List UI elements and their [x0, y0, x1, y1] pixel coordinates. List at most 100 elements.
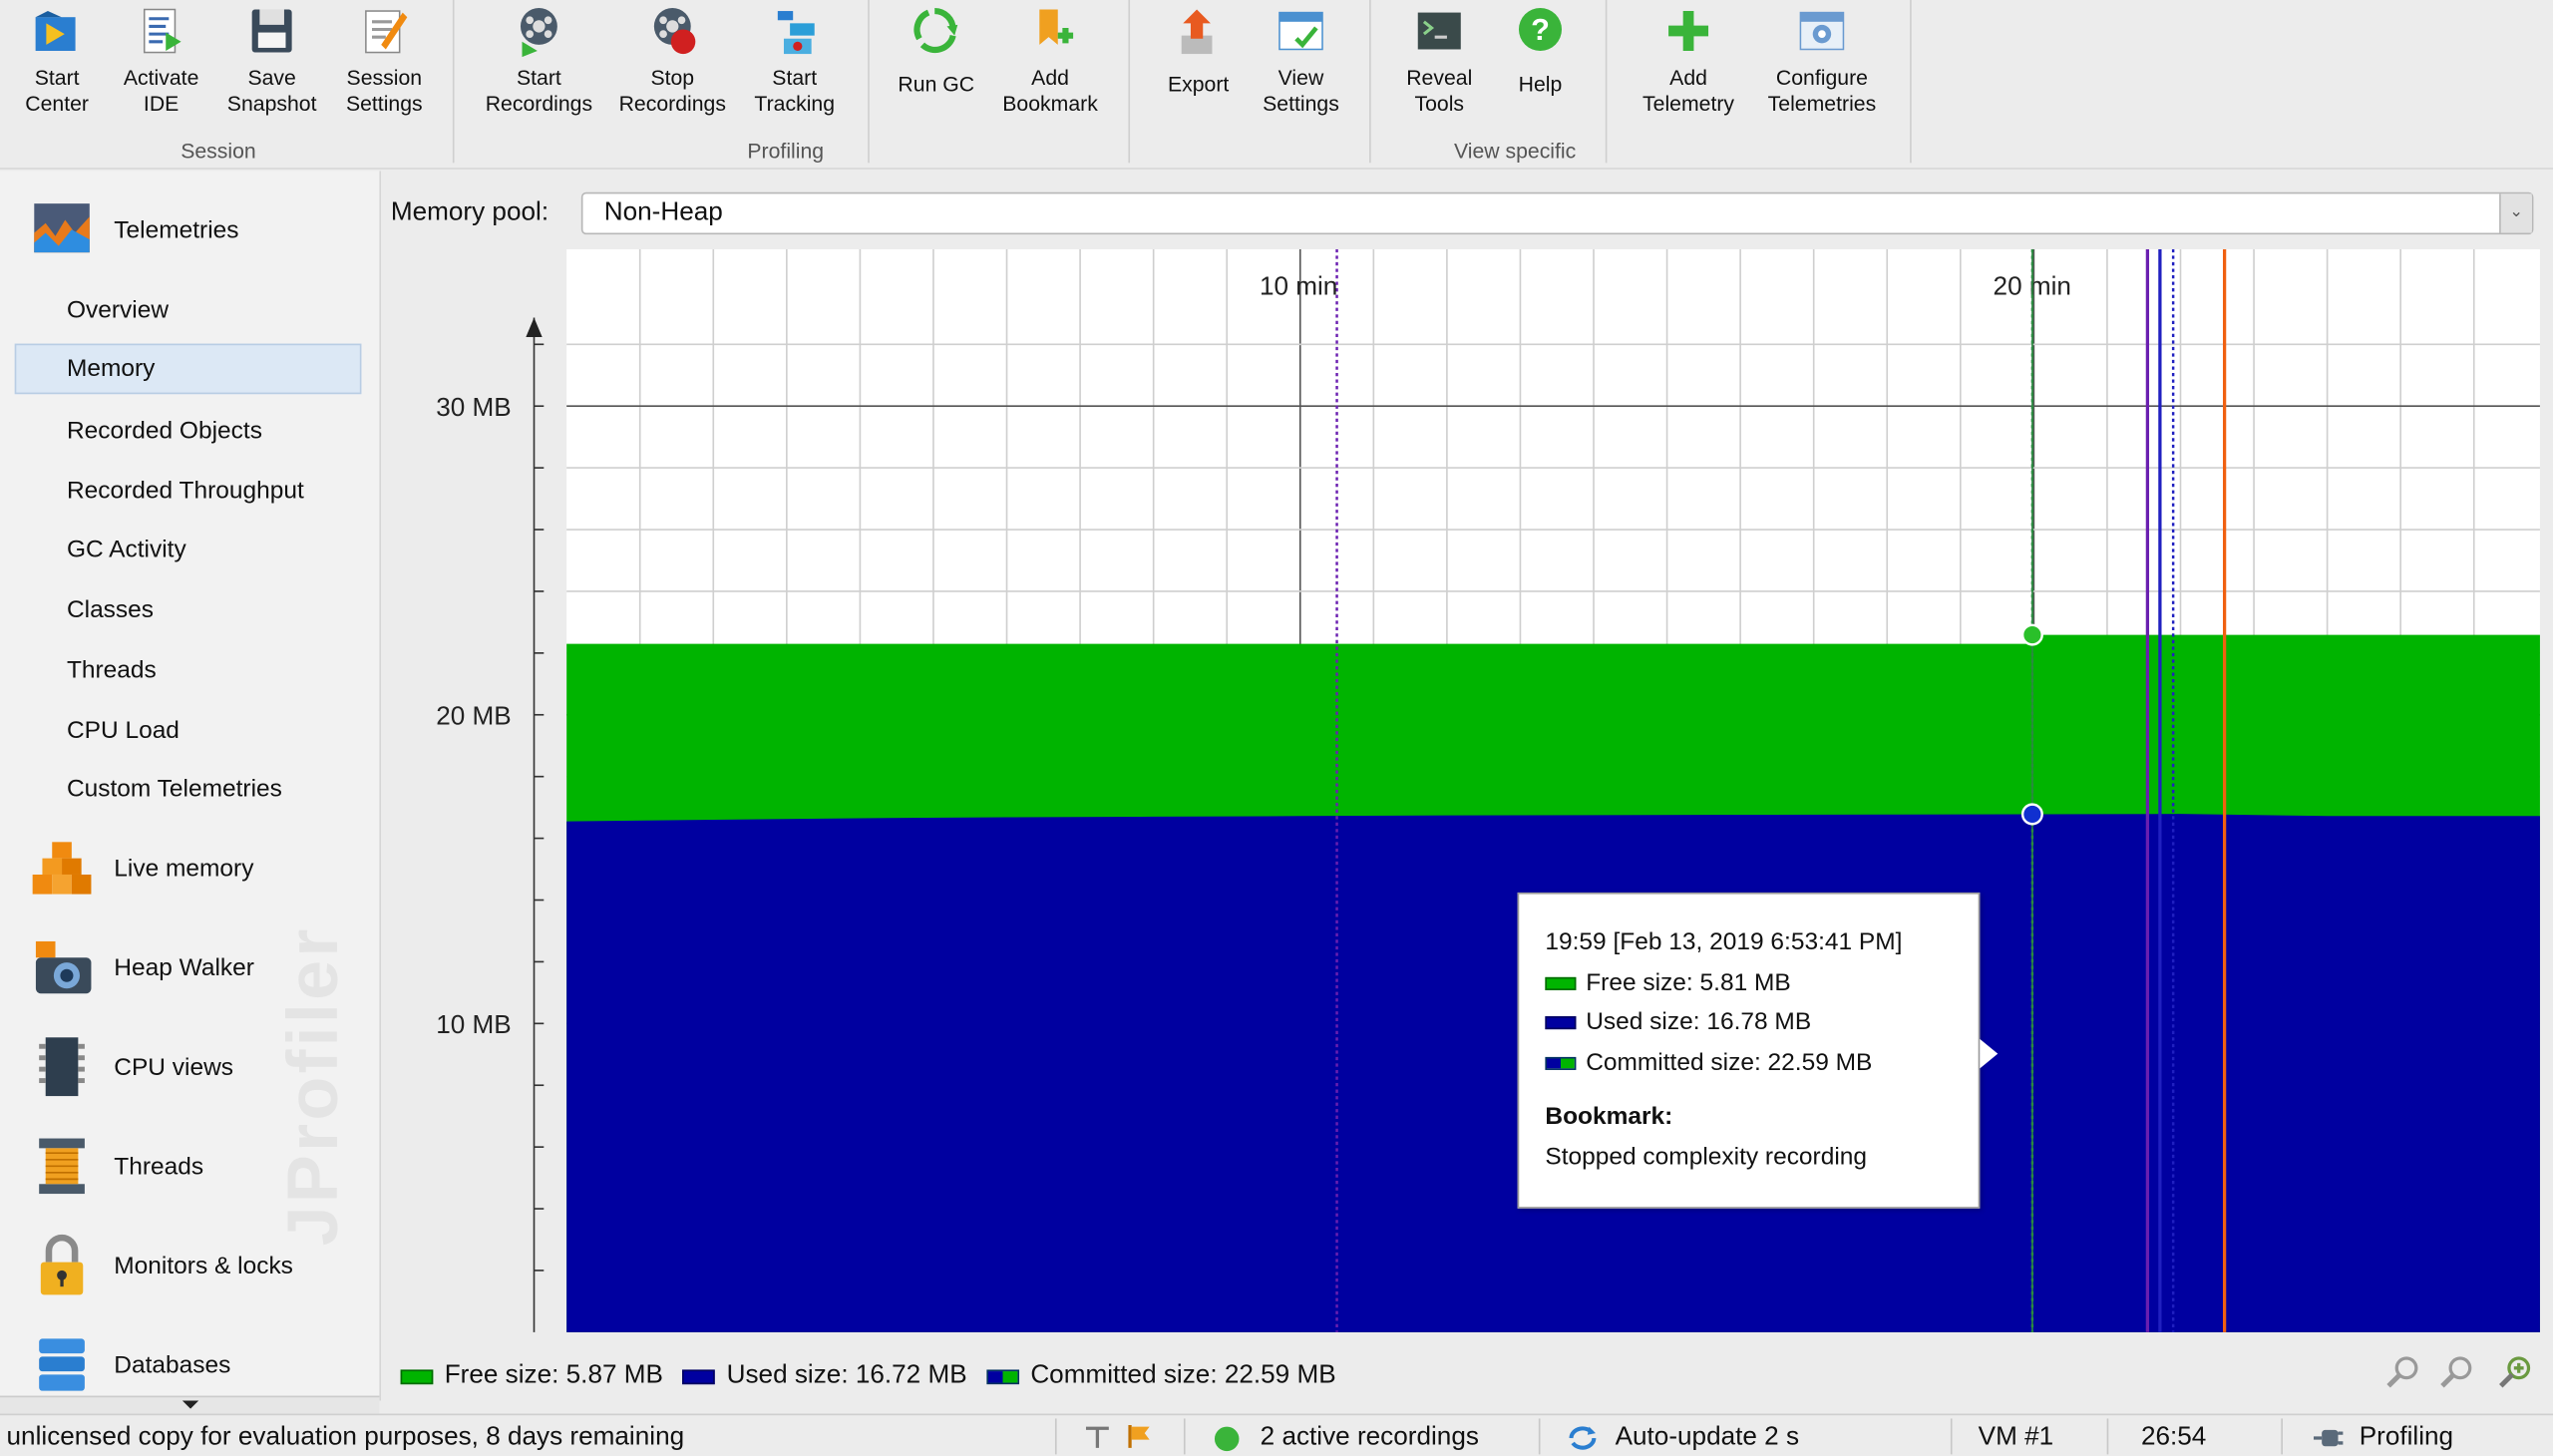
legend-used: Used size: 16.72 MB [682, 1361, 967, 1390]
sidebar-section-monitors-locks[interactable]: Monitors & locks [29, 1233, 293, 1297]
tooltip-bookmark-title: Bookmark: [1545, 1102, 1673, 1131]
tooltip-free-row: Free size: 5.81 MB [1545, 963, 1952, 1003]
recordings-status[interactable]: 2 active recordings [1214, 1423, 1479, 1452]
committed-swatch [986, 1368, 1019, 1384]
sidebar-section-label: Monitors & locks [114, 1252, 293, 1279]
toolbar-button-label: Start [772, 65, 818, 90]
autoupdate-label: Auto-update 2 s [1615, 1423, 1800, 1452]
memory-pool-select[interactable]: Non-Heap ⌄ [580, 191, 2534, 235]
sidebar-section-databases[interactable]: Databases [29, 1332, 230, 1397]
sidebar-item-cpu-load[interactable]: CPU Load [67, 717, 180, 745]
sidebar-item-memory[interactable]: Memory [14, 343, 362, 395]
status-icons [1083, 1423, 1155, 1449]
memory-pool-label: Memory pool: [390, 198, 549, 227]
lock-icon [40, 1234, 84, 1295]
sidebar-section-heap-walker[interactable]: Heap Walker [29, 934, 254, 999]
recording-active-icon [1214, 1425, 1240, 1451]
sidebar-section-telemetries[interactable]: Telemetries [29, 197, 239, 262]
chart-tooltip: 19:59 [Feb 13, 2019 6:53:41 PM] Free siz… [1517, 892, 1981, 1209]
toolbar-button-label: Telemetries [1767, 91, 1877, 116]
toolbar-separator [452, 0, 455, 164]
status-separator [2106, 1418, 2109, 1455]
chevron-down-icon[interactable]: ⌄ [2499, 193, 2532, 233]
hover-point-committed [2020, 623, 2043, 646]
tooltip-time: 19:59 [Feb 13, 2019 6:53:41 PM] [1545, 927, 1903, 956]
sidebar-item-classes[interactable]: Classes [67, 596, 154, 624]
start-center-button[interactable]: Start Center [8, 3, 106, 117]
start-tracking-button[interactable]: Start Tracking [739, 3, 850, 117]
activate-ide-button[interactable]: Activate IDE [111, 3, 211, 117]
group-label-profiling: Profiling [747, 138, 825, 164]
y-tick-label: 20 MB [436, 701, 511, 731]
status-separator [1054, 1418, 1057, 1455]
toolbar-button-label: Export [1167, 71, 1230, 97]
toolbar-button-label: Recordings [485, 91, 593, 116]
add-telemetry-button[interactable]: Add Telemetry [1627, 3, 1750, 117]
sidebar-item-gc-activity[interactable]: GC Activity [67, 536, 186, 563]
elapsed-time: 26:54 [2140, 1423, 2207, 1452]
recordings-label: 2 active recordings [1260, 1423, 1479, 1452]
run-gc-button[interactable]: Run GC [888, 3, 985, 98]
start-recordings-button[interactable]: Start Recordings [477, 3, 600, 117]
flag-icon[interactable] [1125, 1423, 1154, 1449]
tooltip-used: Used size: 16.78 MB [1586, 1007, 1812, 1036]
start-tracking-icon [777, 11, 815, 55]
stop-recordings-button[interactable]: Stop Recordings [610, 3, 734, 117]
view-settings-button[interactable]: View Settings [1248, 3, 1355, 117]
session-settings-button[interactable]: Session Settings [334, 3, 435, 117]
plug-icon [2314, 1429, 2344, 1447]
y-axis-arrow [526, 317, 543, 338]
status-separator [1950, 1418, 1953, 1455]
zoom-out-icon[interactable] [2383, 1353, 2422, 1392]
toolbar-separator [1605, 0, 1608, 164]
sidebar-item-overview[interactable]: Overview [67, 296, 169, 324]
sidebar-item-recorded-objects[interactable]: Recorded Objects [67, 417, 262, 445]
toolbar-button-label: Tools [1414, 91, 1465, 116]
sidebar-section-cpu-views[interactable]: CPU views [29, 1034, 233, 1099]
zoom-in-icon[interactable] [2437, 1353, 2476, 1392]
tooltip-committed: Committed size: 22.59 MB [1586, 1047, 1873, 1076]
toolbar-button-label: Snapshot [226, 91, 317, 116]
autoupdate-status[interactable]: Auto-update 2 s [1567, 1423, 1799, 1452]
x-tick-label: 10 min [1260, 271, 1337, 301]
mode-status: Profiling [2312, 1423, 2453, 1452]
license-status: unlicensed copy for evaluation purposes,… [6, 1423, 685, 1452]
save-snapshot-icon [251, 9, 292, 53]
toolbar-button-label: Start [34, 65, 80, 90]
zoom-fit-icon[interactable] [2496, 1353, 2535, 1392]
sidebar-section-label: CPU views [114, 1052, 234, 1081]
add-bookmark-button[interactable]: Add Bookmark [988, 3, 1112, 117]
live-memory-icon [32, 842, 92, 895]
svg-text:?: ? [1531, 12, 1550, 47]
start-recordings-icon [520, 7, 557, 58]
export-button[interactable]: Export [1153, 3, 1244, 98]
toolbar-button-label: Session [346, 65, 423, 90]
group-label-view-specific: View specific [1453, 138, 1577, 164]
sidebar-item-threads[interactable]: Threads [67, 656, 157, 684]
toolbar-button-label: Bookmark [1002, 91, 1098, 116]
add-telemetry-icon [1668, 11, 1709, 52]
sidebar-section-live-memory[interactable]: Live memory [29, 836, 253, 901]
sidebar-scroll-down[interactable] [0, 1395, 380, 1414]
toolbar-separator [1369, 0, 1371, 164]
telemetries-icon [34, 203, 90, 253]
memory-chart[interactable]: 10 MB20 MB30 MB10 min 20 min [381, 248, 2553, 1343]
toolbar-button-label: Save [247, 65, 296, 90]
sidebar: JProfiler Telemetries Overview Memory Re… [0, 171, 382, 1401]
tooltip-used-row: Used size: 16.78 MB [1545, 1003, 1952, 1043]
jprofiler-watermark: JProfiler [273, 925, 354, 1247]
reveal-tools-button[interactable]: Reveal Tools [1389, 3, 1490, 117]
help-icon: ? [1518, 7, 1563, 52]
help-button[interactable]: ? Help [1495, 3, 1586, 98]
sidebar-section-threads[interactable]: Threads [29, 1134, 203, 1199]
camera-icon [35, 940, 92, 994]
pin-icon[interactable] [1083, 1423, 1112, 1449]
mode-label: Profiling [2359, 1423, 2454, 1452]
sidebar-item-custom-telemetries[interactable]: Custom Telemetries [67, 775, 282, 803]
chevron-down-icon [182, 1400, 199, 1409]
save-snapshot-button[interactable]: Save Snapshot [221, 3, 322, 117]
status-separator [1538, 1418, 1541, 1455]
session-settings-icon [365, 10, 408, 54]
sidebar-item-recorded-throughput[interactable]: Recorded Throughput [67, 478, 304, 506]
configure-telemetries-button[interactable]: Configure Telemetries [1755, 3, 1889, 117]
